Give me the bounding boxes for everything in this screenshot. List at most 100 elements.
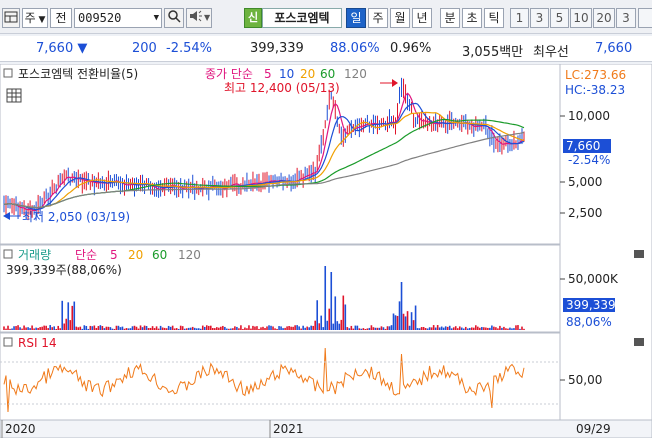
- chart-menu-icon[interactable]: [2, 8, 20, 28]
- ma-label: 종가 단순: [205, 67, 253, 81]
- volume-bar: [444, 326, 447, 330]
- interval-10-button[interactable]: 10: [570, 8, 592, 28]
- volume-bar: [356, 325, 359, 330]
- volume-bar: [450, 328, 453, 330]
- volume-bar: [201, 325, 204, 330]
- volume-bar: [183, 328, 186, 330]
- volume-bar: [442, 327, 445, 330]
- volume-bar: [27, 327, 29, 330]
- volume-bar: [11, 328, 13, 330]
- volume-bar: [185, 328, 188, 330]
- volume-bar: [256, 326, 258, 330]
- volume-bar: [312, 325, 314, 330]
- volume-bar: [75, 326, 78, 330]
- price-panel-title: 포스코엠텍 전환비율(5): [18, 67, 138, 81]
- stock-name-field[interactable]: 포스코엠텍: [262, 8, 342, 28]
- search-icon[interactable]: [164, 8, 184, 28]
- chart-canvas[interactable]: 포스코엠텍 전환비율(5) 종가 단순 5 10 20 60 120 LC:27…: [0, 63, 652, 438]
- volume-bar: [242, 328, 244, 330]
- panel-close-icon[interactable]: [634, 250, 644, 258]
- volume-bar: [69, 320, 72, 330]
- trading-amount: 3,055백만: [462, 45, 524, 60]
- period-day-button[interactable]: 일: [346, 8, 366, 28]
- volume-bar: [294, 325, 296, 330]
- svg-text:▼: ▼: [204, 13, 210, 22]
- jeon-button[interactable]: 전: [50, 8, 72, 28]
- volume-bar: [228, 328, 230, 330]
- volume-bar: [507, 328, 509, 330]
- volume-bar: [171, 325, 174, 330]
- volume-bar: [408, 325, 411, 330]
- volume-bar: [422, 326, 425, 330]
- volume-bar: [105, 326, 108, 330]
- volume-bar: [155, 326, 158, 330]
- chevron-down-icon[interactable]: ▼: [154, 9, 159, 27]
- period-tick-button[interactable]: 틱: [484, 8, 504, 28]
- ma60-label: 60: [320, 67, 335, 81]
- volume-bar: [493, 326, 495, 330]
- volume-bar: [199, 328, 202, 330]
- volume-bar: [260, 327, 262, 330]
- volume-bar: [5, 328, 7, 330]
- ju-button[interactable]: 주 ▼: [22, 8, 48, 28]
- volume-bar: [218, 327, 220, 330]
- volume-bar: [491, 325, 493, 330]
- volume-bar: [127, 328, 130, 330]
- period-week-button[interactable]: 주: [368, 8, 388, 28]
- volume-bar: [240, 325, 242, 330]
- x-label-2020: 2020: [5, 422, 36, 436]
- volume-bar: [157, 328, 160, 330]
- volume-bar: [276, 328, 278, 330]
- rsi-tick: 50,00: [568, 373, 602, 387]
- volume-bar: [111, 328, 114, 330]
- volume-bar: [430, 327, 433, 330]
- price-tick-5000: 5,000: [568, 175, 602, 189]
- volume-bar: [63, 323, 66, 330]
- volume-bar: [209, 325, 212, 330]
- volume-bar: [268, 325, 270, 330]
- volume-bar: [264, 328, 266, 330]
- current-volume-pct: 88,06%: [566, 315, 612, 329]
- period-minute-button[interactable]: 분: [440, 8, 460, 28]
- interval-3-button[interactable]: 3: [530, 8, 549, 28]
- volume-bar: [83, 325, 86, 330]
- period-month-button[interactable]: 월: [390, 8, 410, 28]
- interval-1-button[interactable]: 1: [510, 8, 529, 28]
- speaker-icon[interactable]: ▼: [186, 8, 212, 28]
- panel-close-icon[interactable]: [634, 338, 644, 346]
- volume-bar: [376, 327, 379, 330]
- stock-code-input[interactable]: 009520 ▼: [74, 8, 162, 28]
- volume-bar: [462, 328, 465, 330]
- volume-bar: [61, 300, 64, 330]
- interval-5-button[interactable]: 5: [550, 8, 569, 28]
- volume-bar: [270, 325, 272, 330]
- grid-icon[interactable]: [6, 88, 22, 103]
- volume-bar: [197, 328, 200, 330]
- volume-bar: [370, 325, 373, 330]
- volume-bar: [372, 327, 375, 330]
- volume-bar: [332, 323, 335, 330]
- volume-bar: [336, 321, 339, 330]
- volume-bar: [3, 326, 5, 330]
- ma5-label: 5: [264, 67, 272, 81]
- volume-bar: [125, 328, 128, 330]
- volume-bar: [436, 325, 439, 330]
- period-year-button[interactable]: 년: [412, 8, 432, 28]
- volume-ma-label: 단순: [75, 248, 97, 262]
- high-annotation: 최고 12,400 (05/13): [224, 81, 340, 95]
- volume-bar: [143, 325, 146, 330]
- volume-bar: [97, 326, 100, 330]
- volume-bar: [432, 325, 435, 330]
- period-second-button[interactable]: 초: [462, 8, 482, 28]
- chart-area[interactable]: 포스코엠텍 전환비율(5) 종가 단순 5 10 20 60 120 LC:27…: [0, 63, 652, 438]
- volume-bar: [420, 327, 423, 330]
- interval-20-button[interactable]: 20: [593, 8, 615, 28]
- volume-bar: [254, 326, 256, 330]
- volume-bar: [93, 325, 96, 330]
- volume-bar: [238, 328, 240, 330]
- volume-bar: [220, 326, 222, 330]
- volume-bar: [232, 328, 234, 330]
- priority-label: 최우선: [533, 45, 569, 60]
- volume-bar: [406, 311, 409, 330]
- interval-more-button[interactable]: 3: [616, 8, 636, 28]
